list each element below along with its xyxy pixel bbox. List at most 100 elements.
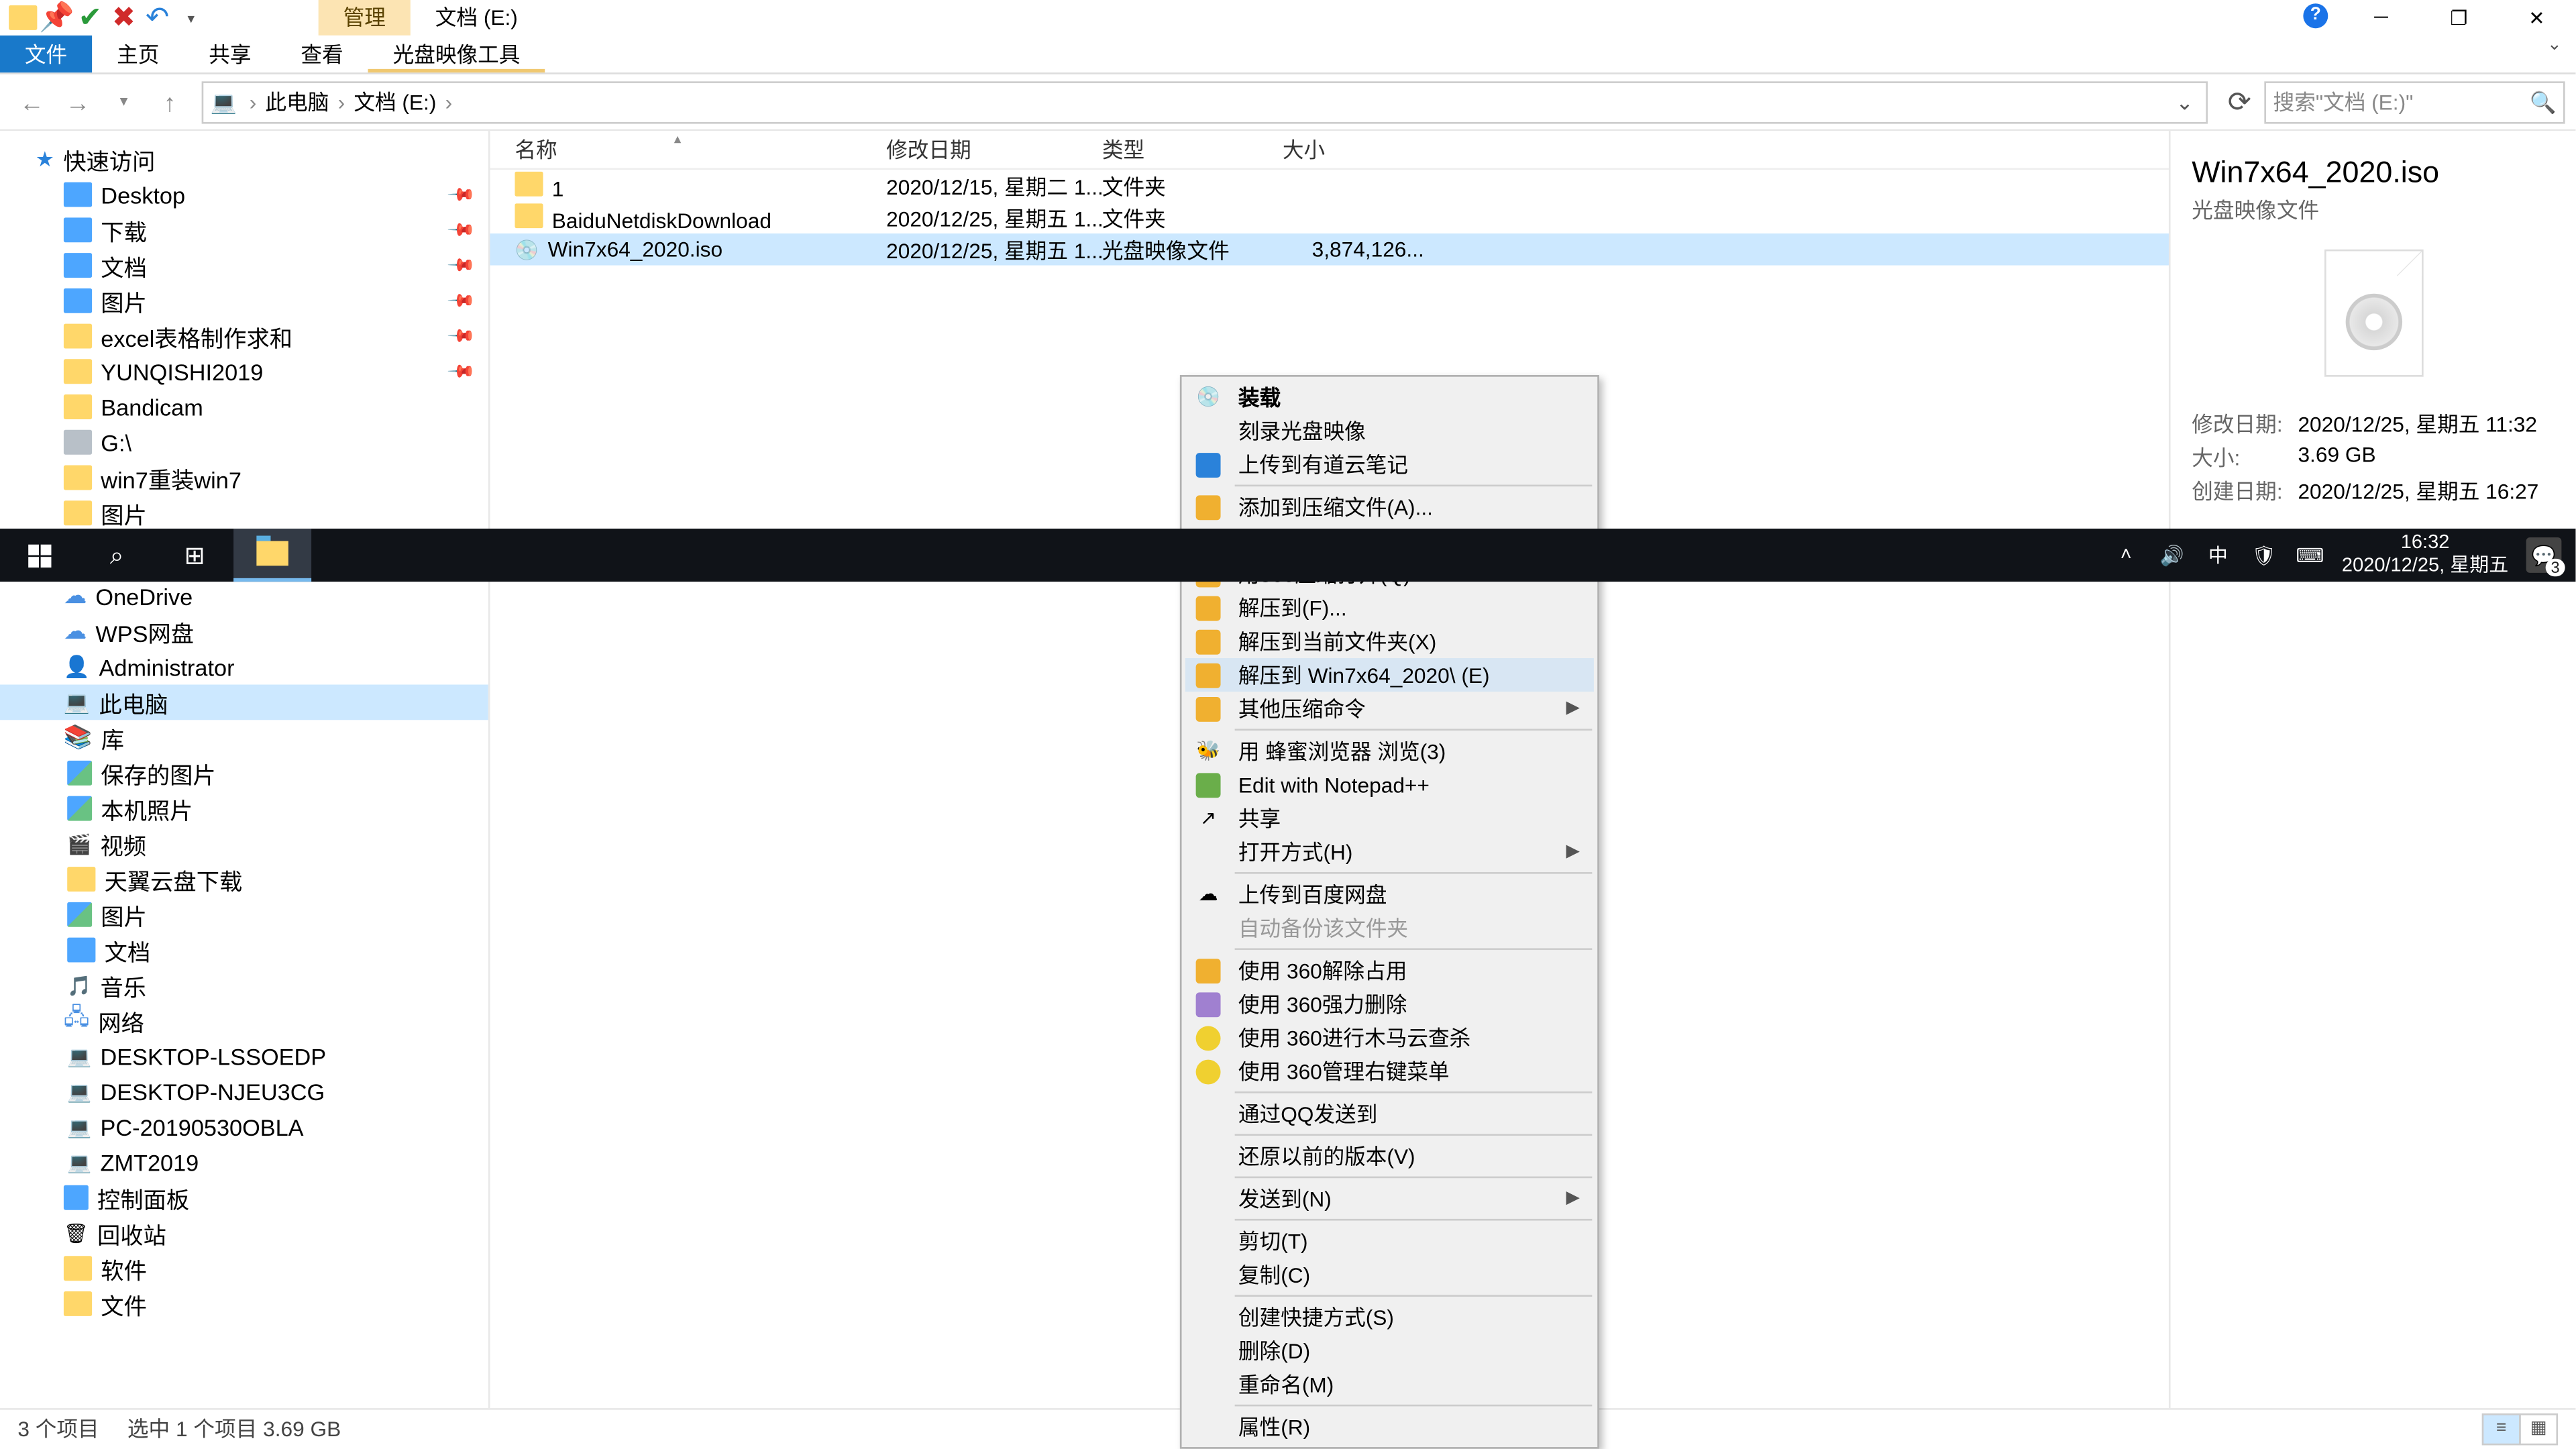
- nav-recycle[interactable]: 🗑回收站: [0, 1216, 488, 1251]
- menu-rename[interactable]: 重命名(M): [1185, 1367, 1594, 1401]
- tab-file[interactable]: 文件: [0, 36, 92, 72]
- nav-item[interactable]: win7重装win7: [0, 460, 488, 496]
- menu-extract-to[interactable]: 解压到(F)...: [1185, 591, 1594, 625]
- nav-quick-access[interactable]: ★快速访问: [0, 142, 488, 177]
- col-name[interactable]: 名称▴: [515, 134, 886, 164]
- qat-dropdown-icon[interactable]: ▾: [177, 3, 205, 32]
- tab-share[interactable]: 共享: [184, 36, 276, 72]
- nav-item[interactable]: 下载📌: [0, 212, 488, 248]
- menu-mount[interactable]: 💿装载: [1185, 380, 1594, 414]
- qat-pin-icon[interactable]: 📌: [42, 3, 70, 32]
- menu-copy[interactable]: 复制(C): [1185, 1258, 1594, 1291]
- search-input[interactable]: 搜索"文档 (E:)" 🔍: [2264, 80, 2565, 123]
- nav-item[interactable]: 软件: [0, 1250, 488, 1286]
- menu-delete[interactable]: 删除(D): [1185, 1334, 1594, 1367]
- nav-item[interactable]: 👤Administrator: [0, 649, 488, 685]
- nav-item[interactable]: 本机照片: [0, 791, 488, 826]
- view-icons-button[interactable]: ▦: [2519, 1413, 2558, 1444]
- menu-restore-version[interactable]: 还原以前的版本(V): [1185, 1139, 1594, 1173]
- nav-item[interactable]: G:\: [0, 425, 488, 460]
- menu-qq-send[interactable]: 通过QQ发送到: [1185, 1097, 1594, 1130]
- menu-cut[interactable]: 剪切(T): [1185, 1224, 1594, 1258]
- tab-view[interactable]: 查看: [276, 36, 368, 72]
- menu-share[interactable]: ↗共享: [1185, 802, 1594, 835]
- menu-youdao[interactable]: 上传到有道云笔记: [1185, 447, 1594, 481]
- nav-this-pc[interactable]: 💻此电脑: [0, 685, 488, 720]
- qat-close-icon[interactable]: ✖: [109, 3, 138, 32]
- tab-disc-tools[interactable]: 光盘映像工具: [368, 36, 545, 72]
- nav-item[interactable]: excel表格制作求和📌: [0, 319, 488, 354]
- up-button[interactable]: ↑: [149, 80, 191, 123]
- nav-item[interactable]: Bandicam: [0, 389, 488, 425]
- ime-indicator[interactable]: 中: [2204, 541, 2232, 569]
- nav-item[interactable]: 保存的图片: [0, 755, 488, 791]
- clock[interactable]: 16:32 2020/12/25, 星期五: [2342, 532, 2508, 578]
- address-bar[interactable]: 💻 › 此电脑 › 文档 (E:) › ⌄: [202, 80, 2208, 123]
- nav-item[interactable]: 文件: [0, 1286, 488, 1322]
- menu-extract-named[interactable]: 解压到 Win7x64_2020\ (E): [1185, 658, 1594, 692]
- nav-item[interactable]: 图片: [0, 495, 488, 531]
- address-dropdown-icon[interactable]: ⌄: [2171, 89, 2199, 114]
- menu-notepad[interactable]: Edit with Notepad++: [1185, 767, 1594, 801]
- menu-add-archive[interactable]: 添加到压缩文件(A)...: [1185, 490, 1594, 523]
- menu-360-menu[interactable]: 使用 360管理右键菜单: [1185, 1055, 1594, 1088]
- col-date[interactable]: 修改日期: [886, 134, 1102, 164]
- nav-item[interactable]: 图片: [0, 897, 488, 932]
- explorer-taskbar-button[interactable]: [233, 529, 311, 582]
- qat-undo-icon[interactable]: ↶: [144, 3, 172, 32]
- close-button[interactable]: ✕: [2498, 0, 2575, 36]
- breadcrumb[interactable]: 文档 (E:): [350, 87, 440, 117]
- minimize-button[interactable]: ─: [2342, 0, 2420, 36]
- view-details-button[interactable]: ≡: [2482, 1413, 2521, 1444]
- menu-other-compress[interactable]: 其他压缩命令▶: [1185, 692, 1594, 725]
- nav-item[interactable]: 💻DESKTOP-NJEU3CG: [0, 1074, 488, 1110]
- file-row[interactable]: 1 2020/12/15, 星期二 1... 文件夹: [490, 170, 2169, 201]
- menu-properties[interactable]: 属性(R): [1185, 1410, 1594, 1444]
- start-button[interactable]: [0, 529, 78, 582]
- menu-360-scan[interactable]: 使用 360进行木马云查杀: [1185, 1021, 1594, 1055]
- refresh-button[interactable]: ⟳: [2218, 84, 2261, 119]
- file-row[interactable]: BaiduNetdiskDownload 2020/12/25, 星期五 1..…: [490, 202, 2169, 233]
- recent-dropdown-icon[interactable]: ▾: [103, 80, 145, 123]
- nav-item[interactable]: 💻ZMT2019: [0, 1144, 488, 1180]
- help-icon[interactable]: ?: [2303, 3, 2328, 28]
- menu-360-unlock[interactable]: 使用 360解除占用: [1185, 953, 1594, 987]
- nav-item[interactable]: 图片📌: [0, 283, 488, 319]
- menu-shortcut[interactable]: 创建快捷方式(S): [1185, 1300, 1594, 1334]
- volume-icon[interactable]: 🔊: [2158, 541, 2186, 569]
- nav-network[interactable]: 🖧网络: [0, 1003, 488, 1038]
- nav-control-panel[interactable]: 控制面板: [0, 1180, 488, 1216]
- nav-item[interactable]: 🎵音乐: [0, 967, 488, 1003]
- menu-360-delete[interactable]: 使用 360强力删除: [1185, 987, 1594, 1020]
- maximize-button[interactable]: ❐: [2420, 0, 2498, 36]
- menu-open-with[interactable]: 打开方式(H)▶: [1185, 835, 1594, 869]
- nav-item[interactable]: 💻PC-20190530OBLA: [0, 1109, 488, 1144]
- nav-item[interactable]: YUNQISHI2019📌: [0, 354, 488, 389]
- qat-check-icon[interactable]: ✔: [76, 3, 104, 32]
- nav-item[interactable]: 文档📌: [0, 248, 488, 283]
- notification-button[interactable]: 💬3: [2526, 537, 2562, 573]
- keyboard-icon[interactable]: ⌨: [2296, 541, 2324, 569]
- nav-item[interactable]: ☁OneDrive: [0, 578, 488, 614]
- nav-item[interactable]: Desktop📌: [0, 177, 488, 213]
- menu-send-to[interactable]: 发送到(N)▶: [1185, 1182, 1594, 1216]
- search-button[interactable]: ⌕: [78, 529, 156, 582]
- menu-baidu-upload[interactable]: ☁上传到百度网盘: [1185, 877, 1594, 911]
- nav-libraries[interactable]: 📚库: [0, 720, 488, 755]
- back-button[interactable]: ←: [11, 80, 53, 123]
- nav-item[interactable]: ☁WPS网盘: [0, 614, 488, 649]
- tab-home[interactable]: 主页: [92, 36, 184, 72]
- menu-burn[interactable]: 刻录光盘映像: [1185, 414, 1594, 447]
- file-row-selected[interactable]: 💿Win7x64_2020.iso 2020/12/25, 星期五 1... 光…: [490, 233, 2169, 265]
- nav-item[interactable]: 天翼云盘下载: [0, 861, 488, 897]
- tray-chevron-icon[interactable]: ˄: [2112, 541, 2140, 569]
- ribbon-collapse-icon[interactable]: ⌄: [2533, 36, 2575, 72]
- menu-bee-browser[interactable]: 🐝用 蜂蜜浏览器 浏览(3): [1185, 734, 1594, 767]
- breadcrumb[interactable]: 此电脑: [262, 87, 333, 117]
- contextual-tab-manage[interactable]: 管理: [319, 0, 411, 36]
- forward-button[interactable]: →: [56, 80, 99, 123]
- menu-extract-here[interactable]: 解压到当前文件夹(X): [1185, 625, 1594, 658]
- security-icon[interactable]: 🛡: [2250, 541, 2278, 569]
- nav-item[interactable]: 🎬视频: [0, 826, 488, 861]
- nav-item[interactable]: 文档: [0, 932, 488, 968]
